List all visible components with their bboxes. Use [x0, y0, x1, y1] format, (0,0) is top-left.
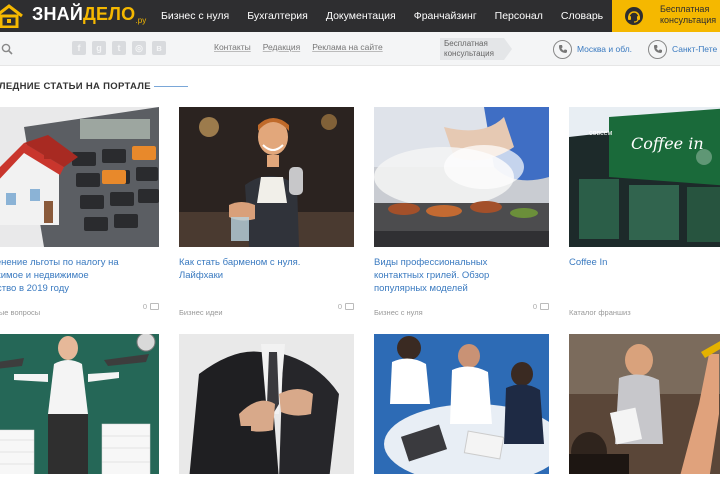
article-title[interactable]: Coffee In — [569, 256, 720, 296]
site-logo[interactable]: ЗНАЙДЕЛО.ру — [0, 0, 150, 32]
logo-wordmark: ЗНАЙДЕЛО.ру — [32, 4, 146, 25]
article-category[interactable]: оговые вопросы — [0, 308, 40, 317]
consult-line-2: консультация — [444, 49, 494, 58]
nav-item-franchising[interactable]: Франчайзинг — [405, 10, 486, 22]
consult-line-1: Бесплатная — [444, 39, 488, 48]
search-icon[interactable] — [1, 43, 13, 55]
house-logo-icon — [0, 4, 23, 28]
article-title-line: именение льготы по налогу на — [0, 257, 119, 268]
top-navbar: ЗНАЙДЕЛО.ру Бизнес с нуля Бухгалтерия До… — [0, 0, 720, 32]
comment-count[interactable]: 0 — [338, 302, 354, 311]
phone-icon — [553, 39, 572, 59]
article-card: именение льготы по налогу на вижимое и н… — [0, 107, 159, 317]
article-title-line: контактных грилей. Обзор — [374, 270, 490, 281]
cta-line-1: Бесплатная — [660, 4, 710, 14]
article-card: Как стать барменом с нуля. Лайфхаки Бизн… — [179, 107, 354, 317]
twitter-icon[interactable]: t — [112, 41, 126, 55]
article-meta: Бизнес с нуля 0 — [374, 302, 549, 317]
article-category[interactable]: Бизнес с нуля — [374, 308, 423, 317]
social-links: f g t ◎ в — [72, 41, 166, 55]
article-meta: Каталог франшиз — [569, 302, 720, 317]
logo-part-3: .ру — [135, 16, 147, 25]
nav-item-accounting[interactable]: Бухгалтерия — [238, 10, 317, 22]
section-divider — [154, 86, 188, 87]
comment-icon — [150, 303, 159, 310]
article-meta: оговые вопросы 0 — [0, 302, 159, 317]
vk-icon[interactable]: в — [152, 41, 166, 55]
sub-links: Контакты Редакция Реклама на сайте — [214, 42, 383, 52]
main-nav: Бизнес с нуля Бухгалтерия Документация Ф… — [152, 0, 612, 32]
editorial-link[interactable]: Редакция — [263, 42, 300, 52]
comment-count-value: 0 — [337, 302, 342, 311]
article-image[interactable] — [374, 107, 549, 247]
article-card: Виды профессиональных контактных грилей.… — [374, 107, 549, 317]
facebook-icon[interactable]: f — [72, 41, 86, 55]
article-image[interactable] — [0, 334, 159, 474]
phone-moscow[interactable]: Москва и обл. — [553, 39, 632, 59]
article-title[interactable]: именение льготы по налогу на вижимое и н… — [0, 256, 159, 296]
free-consultation-label: Бесплатная консультация — [660, 4, 716, 26]
free-consultation-button[interactable]: Бесплатная консультация — [612, 0, 720, 32]
comment-count-value: 0 — [142, 302, 147, 311]
article-image[interactable] — [374, 334, 549, 474]
article-title-line: Coffee In — [569, 257, 608, 268]
nav-item-business[interactable]: Бизнес с нуля — [152, 10, 238, 22]
article-title[interactable]: Как стать барменом с нуля. Лайфхаки — [179, 256, 354, 296]
phone-icon — [648, 39, 667, 59]
article-image[interactable] — [179, 334, 354, 474]
article-title-line: щество в 2019 году — [0, 283, 70, 294]
phone-spb-label: Санкт-Пете — [672, 44, 718, 54]
article-title-line: Как стать барменом с нуля. — [179, 257, 301, 268]
article-image[interactable] — [569, 334, 720, 474]
consultation-tab[interactable]: Бесплатная консультация — [440, 38, 512, 60]
article-title-line: Виды профессиональных — [374, 257, 488, 268]
coffee-sign-text: Coffee in — [631, 134, 704, 153]
google-plus-icon[interactable]: g — [92, 41, 106, 55]
instagram-icon[interactable]: ◎ — [132, 41, 146, 55]
article-card: Coffee in совсем Coffee In Каталог франш… — [569, 107, 720, 317]
phone-moscow-label: Москва и обл. — [577, 44, 633, 54]
article-title-line: популярных моделей — [374, 283, 468, 294]
article-title-line: Лайфхаки — [179, 270, 224, 281]
secondary-bar: f g t ◎ в Контакты Редакция Реклама на с… — [0, 32, 720, 66]
contacts-link[interactable]: Контакты — [214, 42, 251, 52]
nav-item-personnel[interactable]: Персонал — [486, 10, 552, 22]
article-title-line: вижимое и недвижимое — [0, 270, 89, 281]
section-title: СЛЕДНИЕ СТАТЬИ НА ПОРТАЛЕ — [0, 81, 151, 92]
headset-icon — [625, 7, 643, 25]
article-image[interactable] — [0, 107, 159, 247]
comment-count-value: 0 — [532, 302, 537, 311]
logo-part-2: ДЕЛО — [83, 4, 136, 24]
cta-line-2: консультация — [660, 15, 717, 25]
comment-count[interactable]: 0 — [533, 302, 549, 311]
article-title[interactable]: Виды профессиональных контактных грилей.… — [374, 256, 549, 296]
phone-spb[interactable]: Санкт-Пете — [648, 39, 717, 59]
article-image[interactable] — [179, 107, 354, 247]
comment-count[interactable]: 0 — [143, 302, 159, 311]
nav-item-documents[interactable]: Документация — [317, 10, 405, 22]
advertising-link[interactable]: Реклама на сайте — [312, 42, 383, 52]
article-category[interactable]: Каталог франшиз — [569, 308, 631, 317]
nav-item-dictionary[interactable]: Словарь — [552, 10, 612, 22]
article-image[interactable]: Coffee in совсем — [569, 107, 720, 247]
article-meta: Бизнес идеи 0 — [179, 302, 354, 317]
article-category[interactable]: Бизнес идеи — [179, 308, 223, 317]
comment-icon — [345, 303, 354, 310]
logo-part-1: ЗНАЙ — [32, 4, 84, 24]
comment-icon — [540, 303, 549, 310]
coffee-sign-small-text: совсем — [589, 130, 613, 137]
